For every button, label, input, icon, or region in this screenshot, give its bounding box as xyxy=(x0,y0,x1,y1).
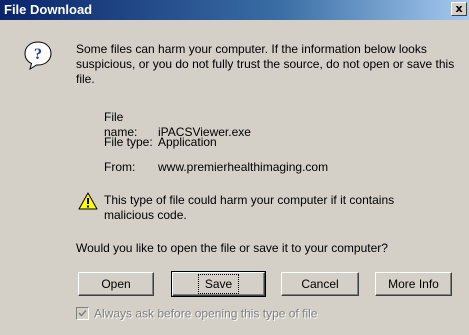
warning-triangle-icon xyxy=(78,192,98,210)
close-icon: x xyxy=(455,2,463,15)
close-button[interactable]: x xyxy=(451,2,467,16)
danger-message: This type of file could harm your comput… xyxy=(104,193,395,222)
always-ask-label: Always ask before opening this type of f… xyxy=(94,306,318,321)
open-button[interactable]: Open xyxy=(78,272,154,296)
cancel-button-label: Cancel xyxy=(301,277,339,291)
open-or-save-question: Would you like to open the file or save … xyxy=(76,241,388,255)
file-source-value: www.premierhealthimaging.com xyxy=(158,160,329,174)
checkmark-icon xyxy=(78,310,87,317)
more-info-button[interactable]: More Info xyxy=(375,272,452,296)
more-info-button-label: More Info xyxy=(388,277,439,291)
svg-text:?: ? xyxy=(34,46,42,63)
file-type-row: File type: Application xyxy=(104,135,217,150)
file-source-label: From: xyxy=(104,160,136,174)
save-button-label: Save xyxy=(197,274,240,294)
open-button-label: Open xyxy=(101,277,131,291)
question-icon: ? xyxy=(24,41,52,71)
always-ask-checkbox[interactable] xyxy=(76,307,89,321)
file-download-dialog: File Download x ? Some files can harm yo… xyxy=(0,0,469,335)
dialog-title: File Download xyxy=(4,2,93,17)
warning-message: Some files can harm your computer. If th… xyxy=(76,42,455,86)
file-source-row: From: www.premierhealthimaging.com xyxy=(104,160,328,175)
cancel-button[interactable]: Cancel xyxy=(281,272,359,296)
always-ask-row: Always ask before opening this type of f… xyxy=(76,306,317,321)
file-type-label: File type: xyxy=(104,135,153,149)
title-bar[interactable]: File Download x xyxy=(0,0,469,20)
file-type-value: Application xyxy=(158,135,217,149)
save-button[interactable]: Save xyxy=(171,271,266,297)
